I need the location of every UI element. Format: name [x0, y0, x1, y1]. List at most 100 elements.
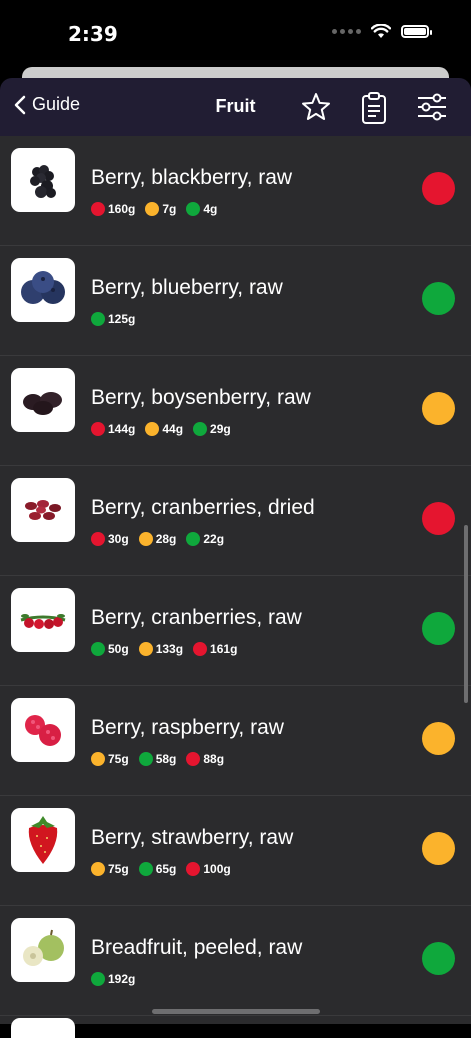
portion-tag: 192g [91, 972, 135, 986]
portion-tag: 160g [91, 202, 135, 216]
clipboard-icon[interactable] [361, 91, 387, 125]
portion-amount: 192g [108, 972, 136, 986]
amber-dot-icon [138, 532, 153, 546]
dried-cranberries-image [25, 500, 61, 520]
list-item[interactable]: Berry, cranberries, dried 30g 28g 22g [0, 466, 471, 576]
status-icons [332, 24, 432, 39]
page-title: Fruit [215, 96, 256, 116]
food-name: Berry, boysenberry, raw [91, 386, 311, 409]
portion-tags: 75g 65g 100g [91, 862, 231, 876]
portion-amount: 50g [108, 642, 129, 656]
star-icon[interactable] [300, 91, 332, 123]
portion-amount: 22g [203, 532, 225, 546]
green-dot-icon [186, 532, 201, 546]
portion-tags: 50g 133g 161g [91, 642, 237, 656]
portion-amount: 144g [108, 422, 136, 436]
signal-icon [332, 29, 361, 34]
food-thumbnail [11, 368, 75, 432]
status-indicator [422, 942, 455, 975]
food-thumbnail [11, 258, 75, 322]
green-dot-icon [138, 862, 153, 876]
portion-amount: 30g [108, 532, 129, 546]
portion-tag: 29g [193, 422, 231, 436]
food-thumbnail [11, 478, 75, 542]
portion-amount: 28g [155, 532, 177, 546]
status-bar: 2:39 [0, 0, 471, 66]
portion-tag: 161g [193, 642, 237, 656]
food-thumbnail [11, 698, 75, 762]
list-item[interactable]: Berry, blueberry, raw 125g [0, 246, 471, 356]
portion-tags: 30g 28g 22g [91, 532, 224, 546]
portion-tags: 125g [91, 312, 135, 326]
portion-amount: 44g [162, 422, 184, 436]
sliders-icon[interactable] [416, 91, 448, 123]
red-dot-icon [186, 862, 201, 876]
amber-dot-icon [145, 422, 160, 436]
portion-amount: 125g [108, 312, 136, 326]
green-dot-icon [193, 422, 208, 436]
food-name: Berry, blackberry, raw [91, 166, 293, 189]
list-item[interactable]: Breadfruit, peeled, raw 192g [0, 906, 471, 1016]
portion-tag: 28g [138, 532, 177, 546]
food-list[interactable]: Berry, blackberry, raw 160g 7g 4g Berry, blu… [0, 136, 471, 1024]
portion-amount: 4g [203, 202, 218, 216]
red-dot-icon [91, 532, 105, 546]
amber-dot-icon [138, 642, 153, 656]
portion-tags: 144g 44g 29g [91, 422, 231, 436]
green-dot-icon [91, 972, 105, 986]
status-indicator [422, 612, 455, 645]
portion-tag: 88g [186, 752, 224, 766]
blackberry-image [30, 165, 56, 198]
status-indicator [422, 282, 455, 315]
portion-tag: 44g [145, 422, 183, 436]
wifi-icon [371, 24, 391, 38]
portion-tag: 125g [91, 312, 135, 326]
portion-tags: 75g 58g 88g [91, 752, 224, 766]
next-item-thumbnail [11, 1018, 75, 1038]
portion-tag: 100g [186, 862, 231, 876]
list-item[interactable]: Berry, blackberry, raw 160g 7g 4g [0, 136, 471, 246]
food-thumbnail [11, 148, 75, 212]
status-indicator [422, 832, 455, 865]
amber-dot-icon [91, 752, 105, 766]
status-indicator [422, 502, 455, 535]
portion-amount: 7g [162, 202, 177, 216]
portion-tag: 50g [91, 642, 129, 656]
portion-amount: 58g [155, 752, 177, 766]
portion-amount: 65g [155, 862, 177, 876]
portion-amount: 29g [210, 422, 231, 436]
amber-dot-icon [145, 202, 160, 216]
food-name: Berry, cranberries, dried [91, 496, 315, 519]
portion-tag: 133g [138, 642, 184, 656]
food-thumbnail [11, 918, 75, 982]
status-indicator [422, 392, 455, 425]
list-item[interactable]: Berry, strawberry, raw 75g 65g 100g [0, 796, 471, 906]
cranberries-image [20, 614, 66, 629]
portion-tags: 160g 7g 4g [91, 202, 217, 216]
portion-tag: 75g [91, 862, 129, 876]
battery-icon [401, 25, 432, 38]
green-dot-icon [91, 642, 105, 656]
portion-tag: 58g [138, 752, 177, 766]
navigation-bar: Guide Fruit [0, 78, 471, 136]
portion-amount: 75g [108, 862, 129, 876]
food-name: Berry, strawberry, raw [91, 826, 294, 849]
food-name: Berry, blueberry, raw [91, 276, 283, 299]
food-name: Berry, cranberries, raw [91, 606, 302, 629]
portion-tag: 144g [91, 422, 135, 436]
portion-tag: 75g [91, 752, 129, 766]
list-item[interactable]: Berry, raspberry, raw 75g 58g 88g [0, 686, 471, 796]
scrollbar[interactable] [464, 525, 468, 703]
food-thumbnail [11, 588, 75, 652]
list-item[interactable]: Berry, cranberries, raw 50g 133g 161g [0, 576, 471, 686]
portion-amount: 133g [155, 642, 184, 656]
list-item[interactable]: Berry, boysenberry, raw 144g 44g 29g [0, 356, 471, 466]
portion-tag: 65g [138, 862, 177, 876]
food-name: Breadfruit, peeled, raw [91, 936, 303, 959]
portion-tag: 7g [145, 202, 176, 216]
portion-amount: 100g [203, 862, 231, 876]
red-dot-icon [91, 422, 105, 436]
home-indicator [152, 1009, 320, 1014]
portion-tag: 4g [186, 202, 217, 216]
portion-amount: 161g [210, 642, 238, 656]
